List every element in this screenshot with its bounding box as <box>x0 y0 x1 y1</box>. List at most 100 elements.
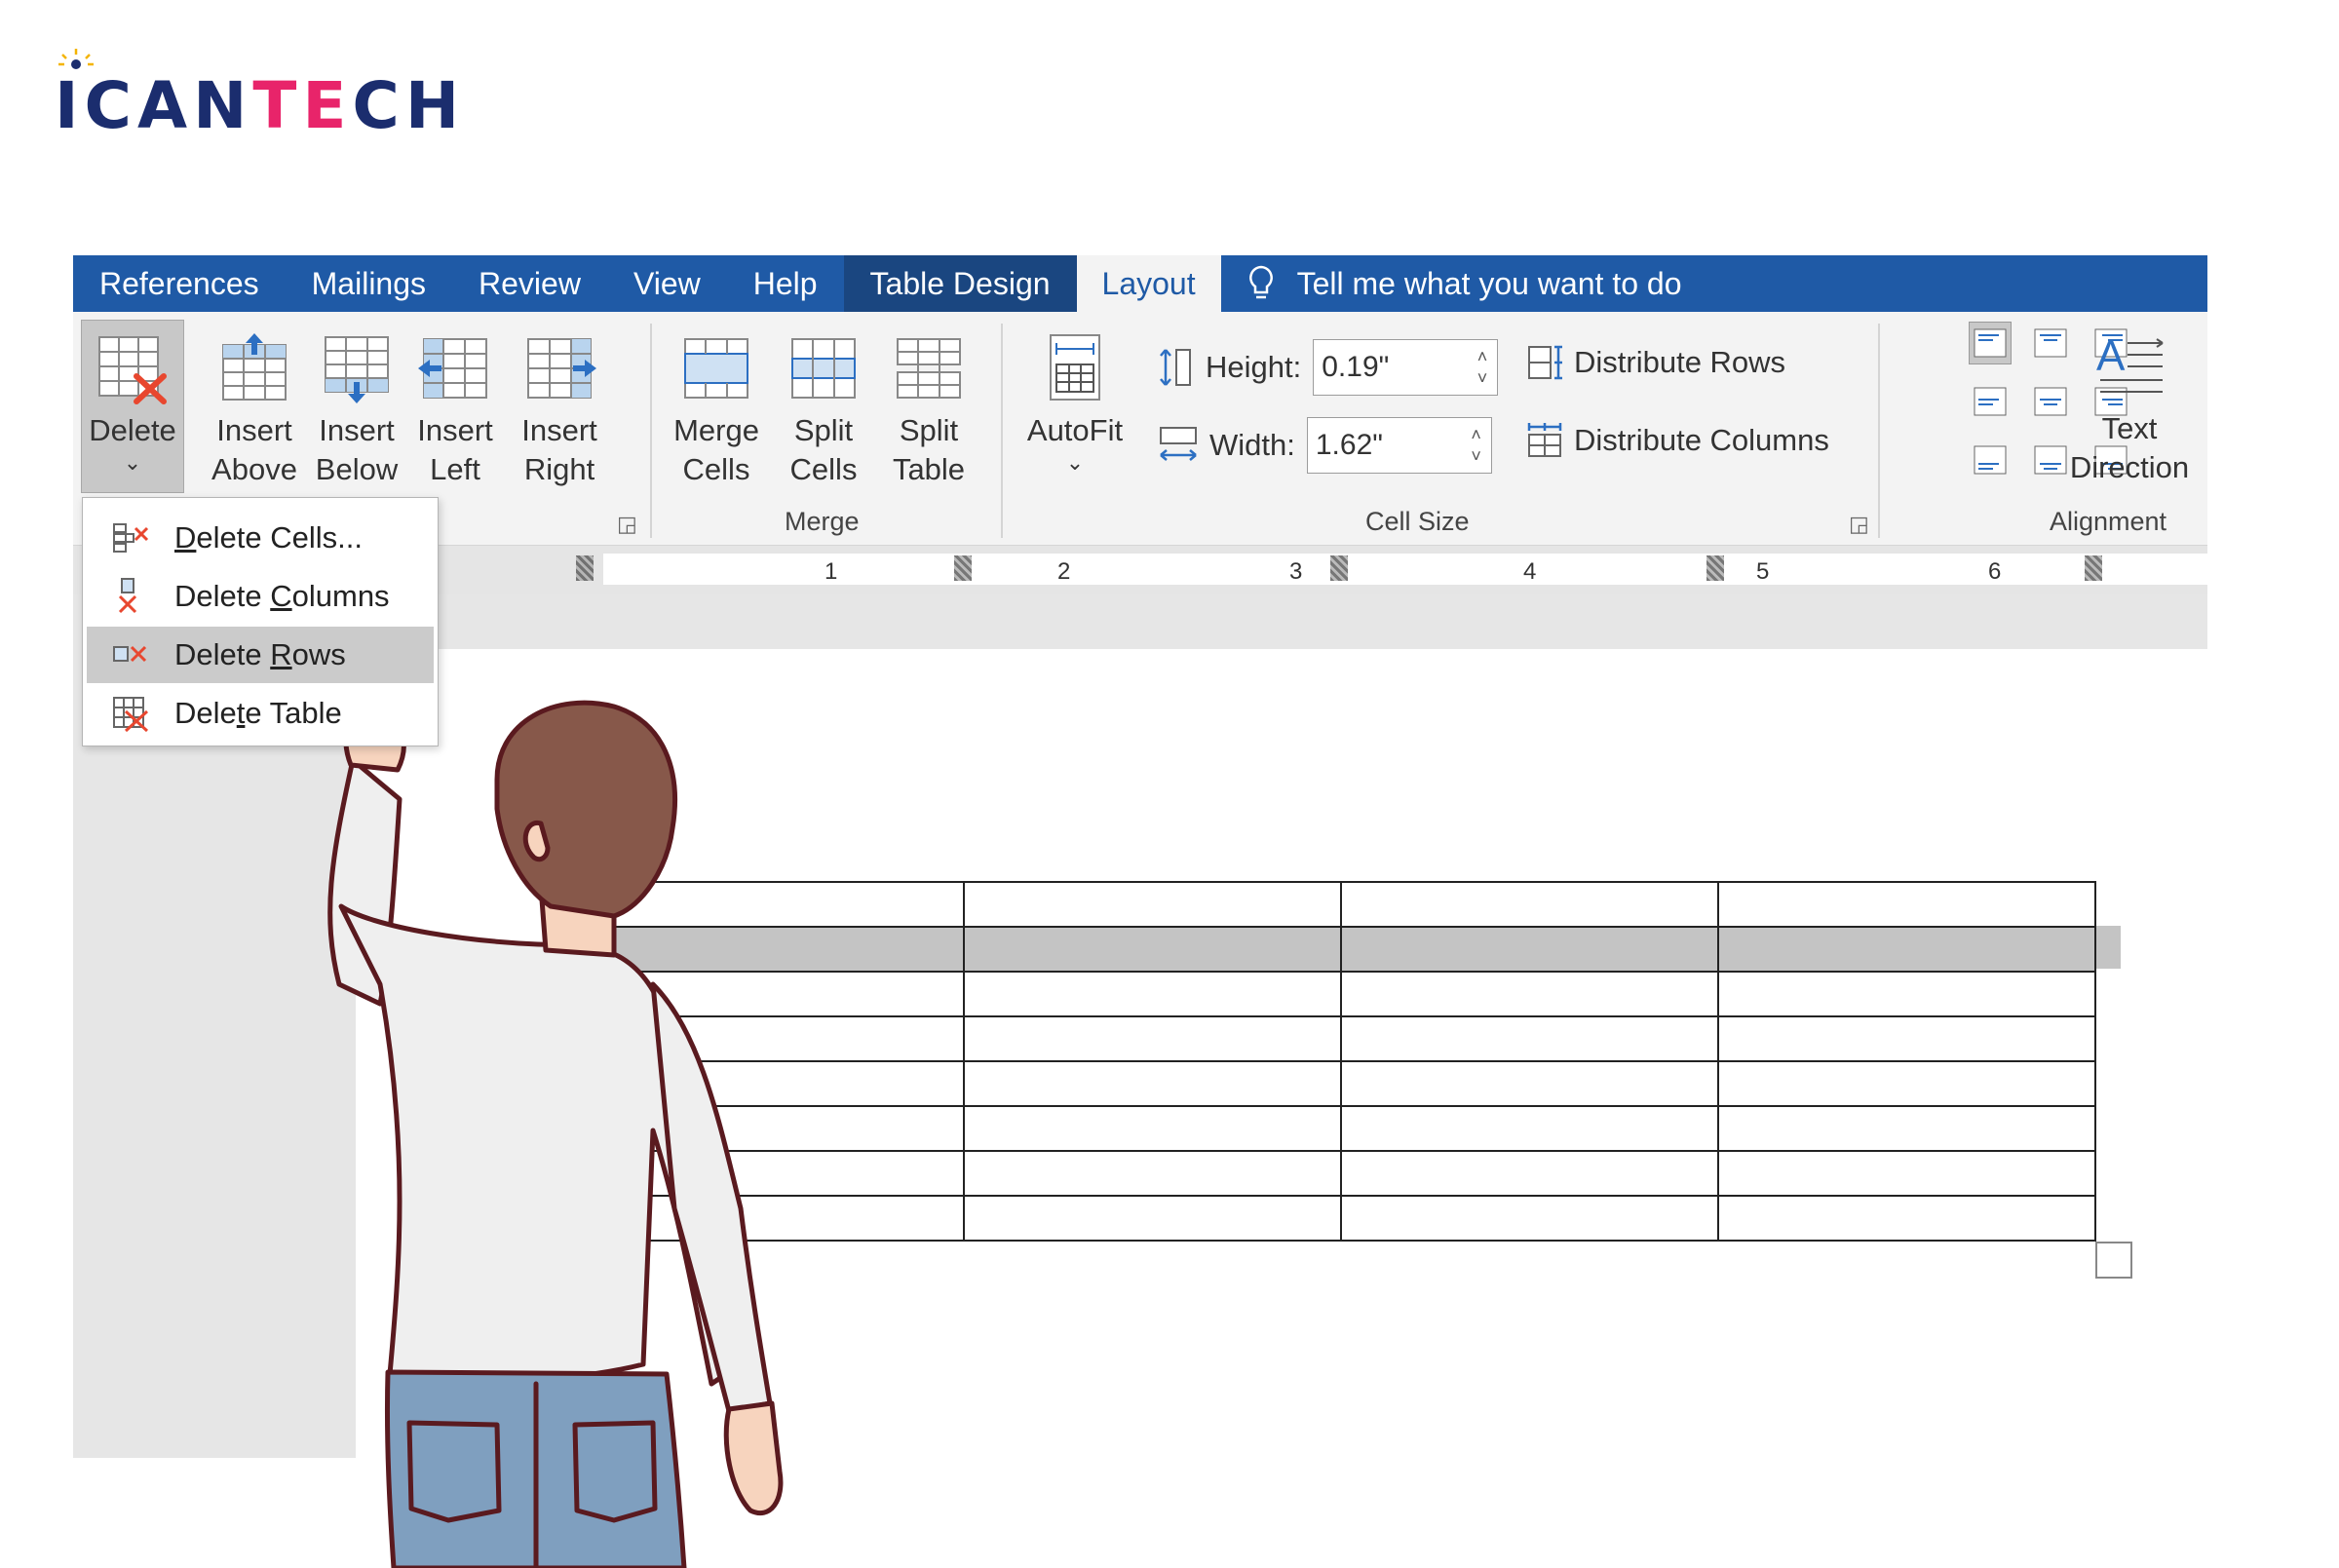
insert-right-label-1: Insert <box>521 413 597 447</box>
split-table-icon <box>897 338 961 399</box>
text-direction-label-1: Text <box>2101 411 2158 445</box>
tell-me-search[interactable]: Tell me what you want to do <box>1246 264 1681 303</box>
insert-left-button[interactable]: Insert Left <box>416 331 494 489</box>
merge-cells-label-1: Merge <box>673 413 759 447</box>
text-direction-label-2: Direction <box>2069 450 2190 484</box>
merge-cells-label-2: Cells <box>682 452 750 486</box>
distribute-rows-button[interactable]: Distribute Rows <box>1525 343 1785 382</box>
menu-item-delete-table[interactable]: Delete Table <box>87 685 434 742</box>
distribute-columns-icon <box>1527 423 1562 457</box>
rows-columns-launcher-icon[interactable]: ◲ <box>617 512 637 537</box>
width-input[interactable]: 1.62" ˄ ˅ <box>1306 417 1492 474</box>
chevron-down-icon: ⌄ <box>123 450 142 475</box>
cell-size-group-label: Cell Size <box>1365 507 1470 536</box>
align-top-left-icon[interactable] <box>1969 322 2012 364</box>
logo-text-accent: TE <box>252 68 353 143</box>
logo-text-end: CH <box>352 68 466 143</box>
ruler-number: 5 <box>1756 558 1770 585</box>
tab-mailings[interactable]: Mailings <box>286 255 452 312</box>
chevron-down-icon: ⌄ <box>1065 450 1085 475</box>
insert-above-label-2: Above <box>211 452 297 486</box>
lightbulb-icon <box>1248 265 1273 299</box>
column-marker-icon[interactable] <box>2085 555 2102 581</box>
tab-references[interactable]: References <box>73 255 286 312</box>
spinner-arrows-icon[interactable]: ˄ ˅ <box>1471 424 1481 467</box>
height-field: Height: 0.19" ˄ ˅ <box>1157 339 1499 396</box>
merge-cells-button[interactable]: Merge Cells <box>670 331 763 489</box>
split-cells-button[interactable]: Split Cells <box>777 331 870 489</box>
insert-below-label-1: Insert <box>319 413 395 447</box>
menu-item-delete-rows[interactable]: Delete Rows <box>87 627 434 683</box>
ruler-number: 3 <box>1289 558 1303 585</box>
ican-tech-logo: ICANTECH <box>55 49 465 138</box>
autofit-label: AutoFit <box>1026 413 1124 447</box>
ruler-number: 2 <box>1057 558 1071 585</box>
text-direction-button[interactable]: A Text Direction <box>2061 329 2198 487</box>
split-table-label-1: Split <box>899 413 959 447</box>
tab-help[interactable]: Help <box>727 255 844 312</box>
delete-table-icon <box>98 336 167 404</box>
insert-right-label-2: Right <box>523 452 595 486</box>
column-width-icon <box>1160 427 1197 461</box>
delete-dropdown-menu: Delete Cells... Delete Columns Delete Ro… <box>82 497 439 746</box>
distribute-columns-button[interactable]: Distribute Columns <box>1525 421 1829 460</box>
tab-layout[interactable]: Layout <box>1076 255 1221 314</box>
tab-view[interactable]: View <box>607 255 727 312</box>
width-value: 1.62" <box>1315 429 1383 461</box>
delete-cells-icon <box>87 520 174 555</box>
distribute-columns-label: Distribute Columns <box>1574 423 1829 457</box>
row-height-icon <box>1160 349 1191 386</box>
insert-above-button[interactable]: Insert Above <box>210 331 299 489</box>
height-input[interactable]: 0.19" ˄ ˅ <box>1313 339 1499 396</box>
svg-text:A: A <box>2096 332 2126 380</box>
delete-label: Delete <box>89 413 176 447</box>
insert-right-icon <box>527 338 596 399</box>
height-label: Height: <box>1206 350 1302 384</box>
text-direction-icon: A <box>2096 332 2164 393</box>
insert-left-icon <box>418 338 487 399</box>
table-resize-handle[interactable] <box>2095 1242 2132 1279</box>
insert-below-button[interactable]: Insert Below <box>312 331 402 489</box>
person-pointing-illustration <box>316 663 784 1568</box>
menu-item-delete-columns[interactable]: Delete Columns <box>87 568 434 625</box>
spark-icon <box>58 49 94 69</box>
alignment-group-label: Alignment <box>2050 507 2167 536</box>
width-label: Width: <box>1209 428 1295 462</box>
split-table-button[interactable]: Split Table <box>882 331 976 489</box>
column-marker-icon[interactable] <box>1706 555 1724 581</box>
menu-item-delete-cells[interactable]: Delete Cells... <box>87 510 434 566</box>
align-bottom-left-icon[interactable] <box>1969 439 2012 481</box>
distribute-rows-icon <box>1528 345 1562 380</box>
split-table-label-2: Table <box>892 452 966 486</box>
delete-columns-icon <box>87 577 174 616</box>
delete-button[interactable]: Delete ⌄ <box>81 331 184 476</box>
ribbon-tab-bar: References Mailings Review View Help Tab… <box>73 255 2207 314</box>
insert-left-label-2: Left <box>430 452 480 486</box>
delete-rows-icon <box>87 637 174 672</box>
split-cells-label-2: Cells <box>789 452 858 486</box>
insert-above-label-1: Insert <box>216 413 292 447</box>
merge-group-label: Merge <box>785 507 860 536</box>
tab-table-design[interactable]: Table Design <box>843 255 1077 312</box>
ruler-number: 1 <box>824 558 838 585</box>
split-cells-icon <box>791 338 856 399</box>
autofit-button[interactable]: AutoFit ⌄ <box>1018 331 1131 476</box>
ruler-number: 6 <box>1988 558 2002 585</box>
align-middle-left-icon[interactable] <box>1969 380 2012 423</box>
column-marker-icon[interactable] <box>954 555 972 581</box>
insert-above-icon <box>222 333 287 401</box>
group-separator <box>1001 324 1003 538</box>
tab-review[interactable]: Review <box>452 255 607 312</box>
group-separator <box>1878 324 1880 538</box>
cell-size-launcher-icon[interactable]: ◲ <box>1849 512 1869 537</box>
column-marker-icon[interactable] <box>576 555 594 581</box>
spinner-arrows-icon[interactable]: ˄ ˅ <box>1477 346 1488 389</box>
insert-right-button[interactable]: Insert Right <box>518 331 601 489</box>
insert-below-label-2: Below <box>315 452 399 486</box>
distribute-rows-label: Distribute Rows <box>1574 345 1786 379</box>
insert-left-label-1: Insert <box>417 413 493 447</box>
height-value: 0.19" <box>1322 351 1390 383</box>
column-marker-icon[interactable] <box>1330 555 1348 581</box>
ruler-number: 4 <box>1523 558 1537 585</box>
merge-cells-icon <box>684 338 748 399</box>
